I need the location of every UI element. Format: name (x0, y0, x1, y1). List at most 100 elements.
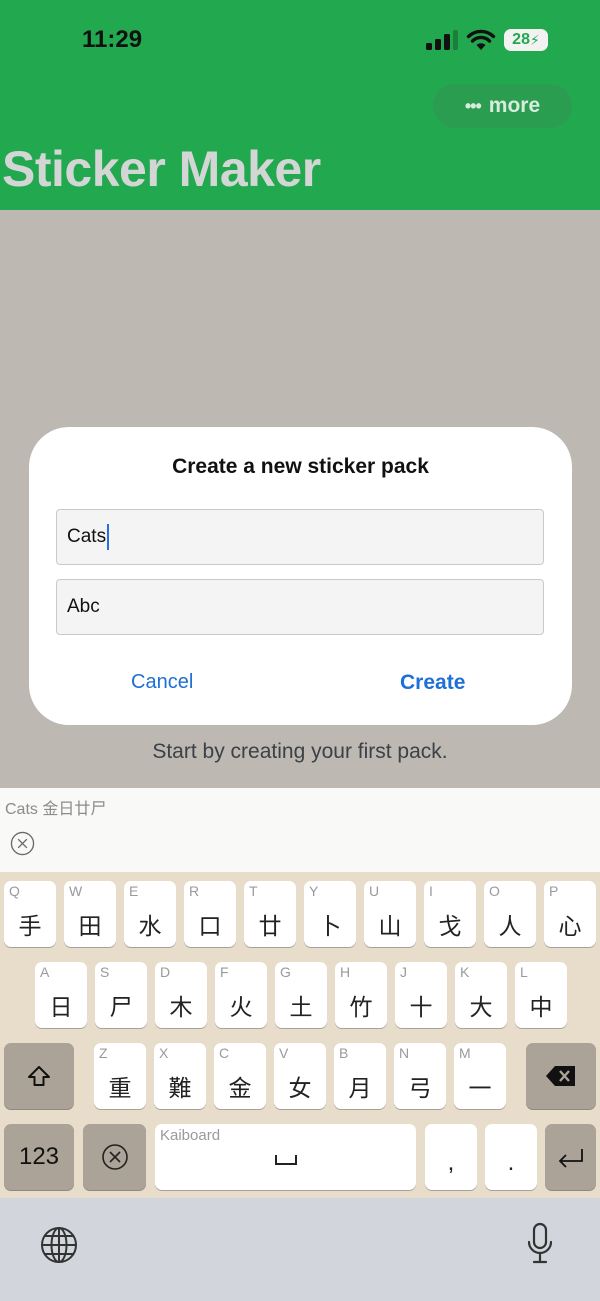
dialog-title: Create a new sticker pack (172, 455, 429, 478)
key-radical-label: 口 (198, 914, 222, 940)
dismiss-candidates-icon[interactable] (10, 831, 35, 856)
key-radical-label: 手 (18, 914, 42, 940)
key-radical-label: 火 (229, 995, 253, 1021)
key-latin-label: L (520, 964, 528, 980)
key-radical-label: 木 (169, 995, 193, 1021)
key-radical-label: 弓 (408, 1076, 432, 1102)
key-c[interactable]: C金 (214, 1043, 266, 1109)
key-radical-label: 人 (498, 914, 522, 940)
more-button[interactable]: ••• more (433, 84, 572, 128)
delete-key[interactable] (526, 1043, 596, 1109)
cancel-button[interactable]: Cancel (131, 671, 193, 694)
key-m[interactable]: M一 (454, 1043, 506, 1109)
key-u[interactable]: U山 (364, 881, 416, 947)
ellipsis-icon: ••• (464, 95, 482, 116)
key-latin-label: Y (309, 883, 319, 899)
key-radical-label: 金 (228, 1076, 252, 1102)
key-o[interactable]: O人 (484, 881, 536, 947)
key-radical-label: 田 (78, 914, 102, 940)
key-p[interactable]: P心 (544, 881, 596, 947)
key-n[interactable]: N弓 (394, 1043, 446, 1109)
key-latin-label: T (249, 883, 258, 899)
key-radical-label: 竹 (349, 995, 373, 1021)
charging-bolt-icon: ⚡ (529, 31, 540, 48)
pack-name-field[interactable]: Cats (56, 509, 544, 565)
key-f[interactable]: F火 (215, 962, 267, 1028)
candidate-text[interactable]: Cats 金日廿尸 (5, 795, 106, 819)
microphone-icon[interactable] (526, 1222, 554, 1266)
key-radical-label: 山 (378, 914, 402, 940)
key-radical-label: 中 (529, 995, 553, 1021)
empty-state-hint: Start by creating your first pack. (152, 740, 448, 763)
shift-icon (28, 1066, 50, 1086)
key-radical-label: 重 (108, 1076, 132, 1102)
key-latin-label: R (189, 883, 200, 899)
key-z[interactable]: Z重 (94, 1043, 146, 1109)
pack-author-field[interactable]: Abc (56, 579, 544, 635)
pack-author-value: Abc (67, 596, 100, 617)
key-y[interactable]: Y卜 (304, 881, 356, 947)
backspace-icon (546, 1066, 575, 1086)
pack-name-value: Cats (67, 526, 107, 547)
clear-key[interactable] (83, 1124, 146, 1190)
text-caret (107, 524, 110, 550)
comma-key[interactable]: , (425, 1124, 477, 1190)
key-a[interactable]: A日 (35, 962, 87, 1028)
battery-level: 28 (512, 31, 530, 48)
key-radical-label: 一 (468, 1076, 492, 1102)
candidate-bar: Cats 金日廿尸 (0, 788, 600, 872)
key-radical-label: 卜 (318, 914, 342, 940)
period-key[interactable]: . (485, 1124, 537, 1190)
key-g[interactable]: G土 (275, 962, 327, 1028)
key-l[interactable]: L中 (515, 962, 567, 1028)
keyboard-name: Kaiboard (160, 1127, 221, 1144)
key-w[interactable]: W田 (64, 881, 116, 947)
key-t[interactable]: T廿 (244, 881, 296, 947)
create-button[interactable]: Create (400, 671, 465, 695)
key-latin-label: J (400, 964, 407, 980)
key-radical-label: 水 (138, 914, 162, 940)
key-radical-label: 廿 (258, 914, 282, 940)
key-j[interactable]: J十 (395, 962, 447, 1028)
key-latin-label: D (160, 964, 171, 980)
key-b[interactable]: B月 (334, 1043, 386, 1109)
globe-icon[interactable] (40, 1226, 78, 1264)
circle-x-icon (101, 1144, 128, 1170)
key-latin-label: N (399, 1045, 410, 1061)
key-k[interactable]: K大 (455, 962, 507, 1028)
key-x[interactable]: X難 (154, 1043, 206, 1109)
key-latin-label: M (459, 1045, 471, 1061)
numbers-key[interactable]: 123 (4, 1124, 74, 1190)
key-latin-label: Z (99, 1045, 108, 1061)
key-s[interactable]: S尸 (95, 962, 147, 1028)
key-latin-label: K (460, 964, 470, 980)
key-radical-label: 心 (558, 914, 582, 940)
key-latin-label: O (489, 883, 500, 899)
key-radical-label: 土 (289, 995, 313, 1021)
key-r[interactable]: R口 (184, 881, 236, 947)
key-latin-label: E (129, 883, 139, 899)
key-radical-label: 日 (49, 995, 73, 1021)
return-icon (558, 1149, 583, 1168)
key-q[interactable]: Q手 (4, 881, 56, 947)
keyboard-bottom-bar (0, 1198, 600, 1301)
return-key[interactable] (545, 1124, 596, 1190)
wifi-icon (466, 29, 496, 50)
key-latin-label: S (100, 964, 110, 980)
space-key[interactable]: Kaiboard (155, 1124, 416, 1190)
key-i[interactable]: I戈 (424, 881, 476, 947)
key-radical-label: 尸 (109, 995, 133, 1021)
key-radical-label: 月 (348, 1076, 372, 1102)
create-pack-dialog: Create a new sticker pack Cats Abc Cance… (29, 427, 572, 725)
app-header: 11:29 28 ⚡ ••• more Sticker Maker (0, 0, 600, 210)
key-e[interactable]: E水 (124, 881, 176, 947)
key-latin-label: P (549, 883, 559, 899)
key-d[interactable]: D木 (155, 962, 207, 1028)
key-v[interactable]: V女 (274, 1043, 326, 1109)
key-h[interactable]: H竹 (335, 962, 387, 1028)
shift-key[interactable] (4, 1043, 74, 1109)
key-latin-label: H (340, 964, 351, 980)
key-latin-label: X (159, 1045, 169, 1061)
cellular-signal-icon (426, 30, 458, 50)
key-radical-label: 女 (288, 1076, 312, 1102)
